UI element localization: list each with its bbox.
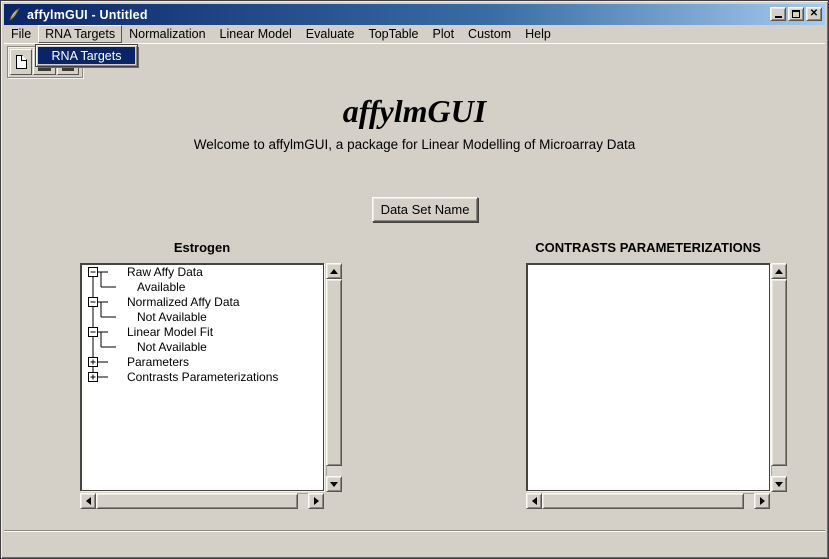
scroll-right-button[interactable] bbox=[308, 493, 324, 509]
arrow-right-icon bbox=[314, 497, 319, 505]
tree-item-normalized-affy-data[interactable]: Normalized Affy Data bbox=[127, 295, 240, 310]
new-document-icon bbox=[16, 55, 27, 69]
close-icon: ✕ bbox=[807, 8, 821, 20]
menu-rna-targets[interactable]: RNA Targets bbox=[38, 25, 122, 43]
tree-item-raw-affy-data[interactable]: Raw Affy Data bbox=[127, 265, 203, 280]
tree-item-linear-model-fit[interactable]: Linear Model Fit bbox=[127, 325, 213, 340]
right-vertical-scrollbar[interactable] bbox=[771, 263, 787, 492]
contrasts-listbox[interactable] bbox=[526, 263, 770, 491]
app-window: affylmGUI - Untitled ✕ File RNA Targets … bbox=[0, 0, 829, 559]
left-horizontal-scrollbar[interactable] bbox=[80, 493, 324, 509]
tree-item-not-available-1[interactable]: Not Available bbox=[137, 310, 207, 325]
window-title: affylmGUI - Untitled bbox=[27, 8, 148, 22]
menu-plot[interactable]: Plot bbox=[426, 25, 462, 43]
scrollbar-thumb[interactable] bbox=[542, 493, 744, 509]
titlebar[interactable]: affylmGUI - Untitled ✕ bbox=[4, 4, 825, 25]
rna-targets-dropdown: RNA Targets bbox=[35, 44, 138, 67]
minimize-icon bbox=[775, 16, 782, 18]
page-title: affylmGUI bbox=[4, 93, 825, 130]
menu-normalization[interactable]: Normalization bbox=[122, 25, 212, 43]
status-tree[interactable]: Raw Affy Data Available Normalized Affy … bbox=[80, 263, 324, 491]
tree-item-available[interactable]: Available bbox=[137, 280, 185, 295]
menubar: File RNA Targets Normalization Linear Mo… bbox=[4, 25, 825, 44]
left-panel-title: Estrogen bbox=[80, 240, 324, 255]
scrollbar-thumb[interactable] bbox=[771, 279, 787, 466]
new-file-button[interactable] bbox=[10, 49, 32, 75]
arrow-right-icon bbox=[760, 497, 765, 505]
menu-file[interactable]: File bbox=[4, 25, 38, 43]
main-content: affylmGUI Welcome to affylmGUI, a packag… bbox=[4, 79, 825, 530]
close-button[interactable]: ✕ bbox=[806, 7, 822, 21]
dropdown-item-rna-targets[interactable]: RNA Targets bbox=[38, 47, 135, 64]
arrow-up-icon bbox=[330, 269, 338, 274]
app-feather-icon bbox=[7, 7, 22, 22]
scroll-up-button[interactable] bbox=[326, 263, 342, 279]
data-set-name-button[interactable]: Data Set Name bbox=[372, 197, 478, 222]
menu-toptable[interactable]: TopTable bbox=[361, 25, 425, 43]
scroll-up-button[interactable] bbox=[771, 263, 787, 279]
minimize-button[interactable] bbox=[770, 7, 786, 21]
welcome-text: Welcome to affylmGUI, a package for Line… bbox=[4, 137, 825, 152]
tree-item-not-available-2[interactable]: Not Available bbox=[137, 340, 207, 355]
arrow-left-icon bbox=[532, 497, 537, 505]
menu-linear-model[interactable]: Linear Model bbox=[213, 25, 299, 43]
maximize-icon bbox=[792, 10, 800, 18]
scroll-left-button[interactable] bbox=[80, 493, 96, 509]
obscured-icon bbox=[62, 67, 74, 71]
tree-item-contrasts-parameterizations[interactable]: Contrasts Parameterizations bbox=[127, 370, 278, 385]
scroll-down-button[interactable] bbox=[326, 476, 342, 492]
scrollbar-thumb[interactable] bbox=[96, 493, 298, 509]
obscured-icon bbox=[38, 67, 50, 71]
arrow-down-icon bbox=[775, 482, 783, 487]
tree-item-parameters[interactable]: Parameters bbox=[127, 355, 189, 370]
scroll-down-button[interactable] bbox=[771, 476, 787, 492]
menu-help[interactable]: Help bbox=[518, 25, 558, 43]
menu-evaluate[interactable]: Evaluate bbox=[299, 25, 362, 43]
arrow-left-icon bbox=[86, 497, 91, 505]
menu-custom[interactable]: Custom bbox=[461, 25, 518, 43]
left-vertical-scrollbar[interactable] bbox=[326, 263, 342, 492]
right-panel-title: CONTRASTS PARAMETERIZATIONS bbox=[526, 240, 770, 255]
arrow-up-icon bbox=[775, 269, 783, 274]
scrollbar-thumb[interactable] bbox=[326, 279, 342, 466]
status-bar bbox=[4, 532, 825, 557]
maximize-button[interactable] bbox=[788, 7, 804, 21]
arrow-down-icon bbox=[330, 482, 338, 487]
scroll-left-button[interactable] bbox=[526, 493, 542, 509]
scroll-right-button[interactable] bbox=[754, 493, 770, 509]
right-horizontal-scrollbar[interactable] bbox=[526, 493, 770, 509]
